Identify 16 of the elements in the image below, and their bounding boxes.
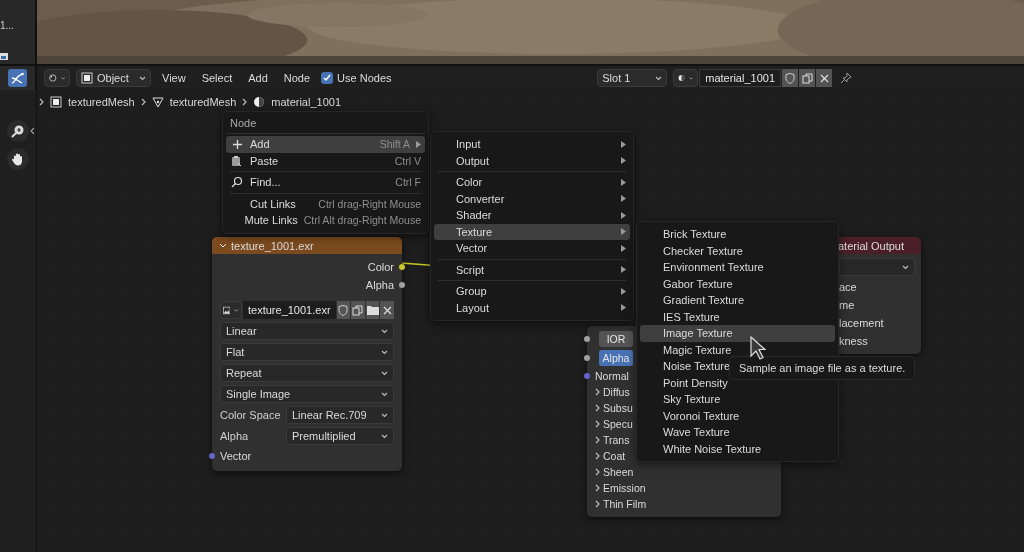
socket-label: lacement — [839, 316, 884, 329]
socket-label: Alpha — [365, 278, 394, 291]
socket-label: Normal — [595, 369, 629, 382]
socket-label: me — [839, 298, 855, 311]
socket-label: ace — [839, 280, 857, 293]
checkbox-label: Use Nodes — [337, 72, 392, 84]
menu-title: Node — [226, 116, 425, 134]
socket-label: Vector — [220, 449, 252, 462]
node-title: texture_1001.exr — [231, 239, 314, 252]
socket-label: Color — [367, 260, 394, 273]
tooltip: Sample an image file as a texture. — [729, 356, 916, 380]
socket-label: kness — [839, 334, 868, 347]
node-title: aterial Output — [838, 239, 905, 252]
property-label: Color Space — [220, 409, 280, 421]
panel-label: 1... — [0, 20, 15, 31]
property-label: Alpha — [220, 430, 250, 442]
